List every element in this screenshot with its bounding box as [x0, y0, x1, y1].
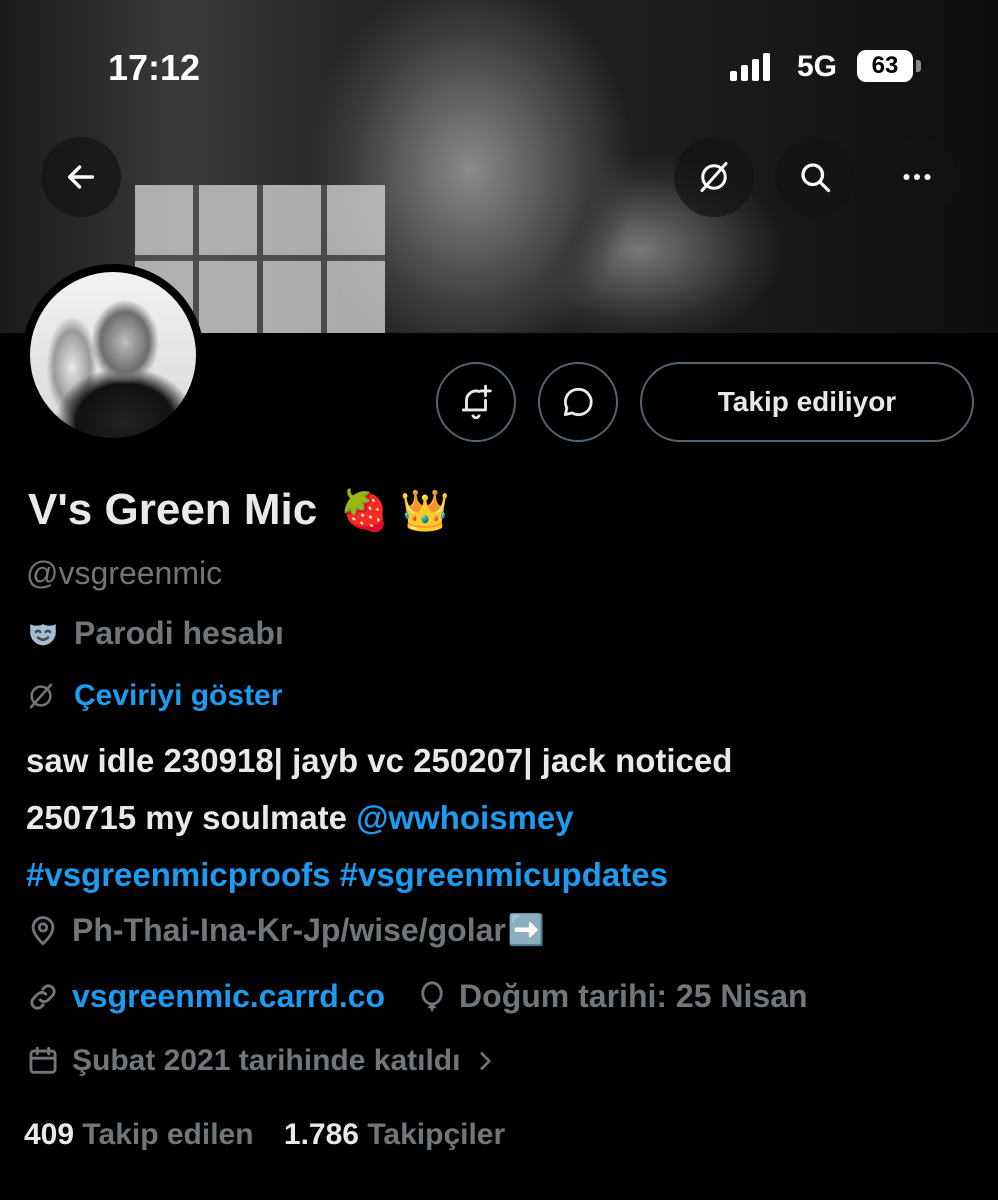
mention-link[interactable]: @wwhoismey [356, 799, 573, 836]
calendar-icon [29, 1046, 57, 1074]
search-button[interactable] [775, 137, 855, 217]
arrow-left-icon [67, 165, 95, 189]
user-handle: @vsgreenmic [26, 555, 223, 591]
arrow-right-emoji: ➡️ [507, 914, 546, 947]
followers-label: Takipçiler [367, 1118, 506, 1151]
translate-off-icon [29, 683, 53, 709]
following-count: 409 [24, 1118, 75, 1151]
followers-count: 1.786 [283, 1118, 359, 1151]
search-icon [801, 163, 831, 193]
more-button[interactable] [877, 137, 957, 217]
hashtag-links[interactable]: #vsgreenmicproofs #vsgreenmicupdates [26, 846, 966, 903]
birthday-text: Doğum tarihi: 25 Nisan [459, 978, 808, 1014]
joined-text: Şubat 2021 tarihinde katıldı [72, 1044, 461, 1077]
following-stat[interactable]: 409 Takip edilen [24, 1118, 254, 1151]
website-link[interactable]: vsgreenmic.carrd.co [72, 978, 385, 1015]
chevron-right-icon [480, 1052, 492, 1070]
location-pin-icon [31, 915, 55, 946]
mask-icon [30, 623, 56, 645]
message-button[interactable] [538, 362, 618, 442]
back-button[interactable] [41, 137, 121, 217]
parody-label: Parodi hesabı [74, 615, 284, 651]
avatar-image [30, 272, 196, 438]
translate-button[interactable] [674, 137, 754, 217]
status-bar: 17:12 5G 63 [0, 0, 998, 130]
following-label: Takip edilen [82, 1118, 254, 1151]
translate-row[interactable]: Çeviriyi göster [26, 679, 282, 713]
location-text: Ph-Thai-Ina-Kr-Jp/wise/golar [72, 912, 506, 948]
display-name-text: V's Green Mic [28, 485, 318, 534]
more-horizontal-icon [903, 174, 931, 180]
followers-stat[interactable]: 1.786 Takipçiler [284, 1118, 505, 1151]
translate-off-icon [700, 162, 728, 192]
signal-icon [730, 53, 774, 81]
display-name: V's Green Mic 🍓 👑 [28, 485, 450, 535]
bio-line-1: saw idle 230918| jayb vc 250207| jack no… [26, 742, 733, 779]
message-bubble-icon [563, 387, 593, 417]
joined-row[interactable]: Şubat 2021 tarihinde katıldı [26, 1044, 498, 1078]
battery-tip [916, 60, 921, 72]
show-translation-link[interactable]: Çeviriyi göster [74, 679, 282, 713]
bio-line-2: 250715 my soulmate @wwhoismey [26, 789, 966, 846]
avatar[interactable] [22, 264, 204, 446]
balloon-icon [421, 980, 443, 1011]
website-row: vsgreenmic.carrd.co Doğum tarihi: 25 Nis… [26, 978, 808, 1015]
bell-plus-icon [461, 384, 492, 420]
battery-icon: 63 [857, 50, 913, 82]
location-row: Ph-Thai-Ina-Kr-Jp/wise/golar ➡️ [26, 912, 545, 949]
network-type: 5G [797, 50, 838, 83]
follow-stats: 409 Takip edilen 1.786 Takipçiler [24, 1118, 505, 1152]
parody-row: Parodi hesabı [26, 615, 284, 652]
notify-button[interactable] [436, 362, 516, 442]
status-time: 17:12 [108, 47, 201, 88]
name-emojis: 🍓 👑 [339, 489, 451, 533]
bio-line-2-text: 250715 my soulmate [26, 799, 357, 836]
bio: saw idle 230918| jayb vc 250207| jack no… [26, 732, 966, 903]
following-button[interactable]: Takip ediliyor [640, 362, 974, 442]
link-icon [30, 983, 56, 1010]
